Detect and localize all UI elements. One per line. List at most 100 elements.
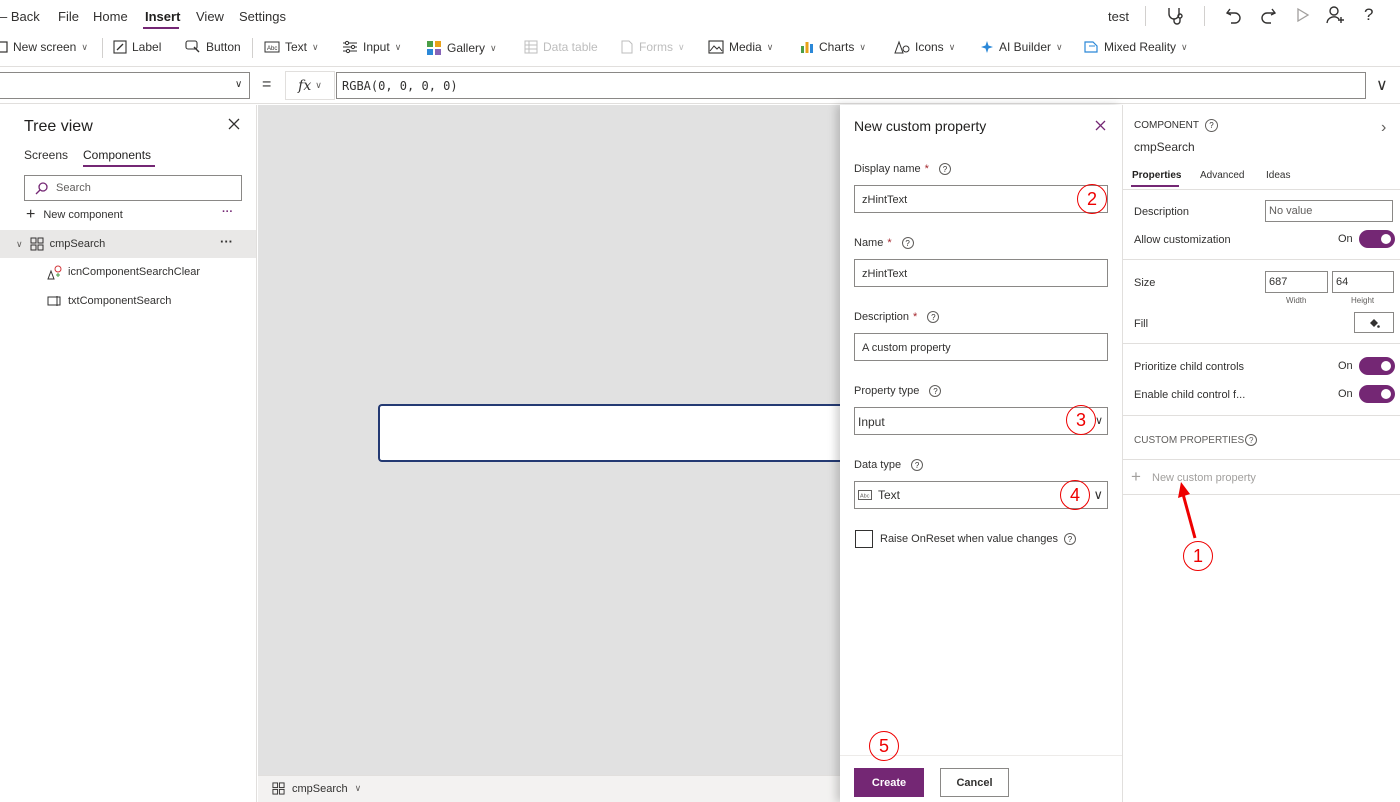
chevron-down-icon: ∨	[312, 41, 319, 52]
tab-properties-underline	[1131, 185, 1179, 187]
back-button[interactable]: – Back	[0, 9, 40, 24]
chevron-down-icon: ∨	[1094, 415, 1103, 427]
name-input[interactable]: zHintText	[854, 259, 1108, 287]
enable-child-toggle[interactable]	[1359, 385, 1395, 403]
tab-ideas[interactable]: Ideas	[1266, 170, 1290, 181]
gallery-button[interactable]: Gallery ∨	[426, 40, 497, 56]
menu-settings[interactable]: Settings	[239, 9, 286, 24]
allow-customization-toggle[interactable]	[1359, 230, 1395, 248]
label-button[interactable]: Label	[113, 40, 161, 54]
media-button[interactable]: Media ∨	[708, 40, 773, 54]
tree-item-icncomponentsearchclear[interactable]: icnComponentSearchClear	[0, 258, 256, 286]
prioritize-child-toggle[interactable]	[1359, 357, 1395, 375]
tree-item-txtcomponentsearch[interactable]: txtComponentSearch	[0, 287, 256, 315]
display-name-input[interactable]: zHintText	[854, 185, 1108, 213]
create-button[interactable]: Create	[854, 768, 924, 797]
new-screen-button[interactable]: New screen ∨	[0, 40, 88, 54]
tab-components-underline	[83, 165, 155, 167]
button-button[interactable]: Button	[185, 40, 241, 54]
help-icon[interactable]: ?	[911, 459, 924, 471]
svg-text:Abc: Abc	[267, 46, 277, 52]
help-icon[interactable]: ?	[927, 311, 940, 323]
toolbar-separator	[102, 38, 103, 58]
data-table-icon	[524, 40, 538, 54]
more-options-icon[interactable]: ···	[220, 234, 233, 249]
tab-screens[interactable]: Screens	[24, 148, 68, 162]
tab-advanced[interactable]: Advanced	[1200, 170, 1244, 181]
component-icon	[30, 237, 44, 251]
menu-insert[interactable]: Insert	[145, 9, 180, 24]
new-screen-icon	[0, 41, 8, 53]
menu-home[interactable]: Home	[93, 9, 128, 24]
help-icon[interactable]: ?	[1063, 533, 1076, 545]
tab-components[interactable]: Components	[83, 148, 151, 162]
allow-customization-state: On	[1338, 233, 1353, 245]
add-icon: +	[26, 206, 36, 223]
description-input[interactable]: A custom property	[854, 333, 1108, 361]
menu-view[interactable]: View	[196, 9, 224, 24]
new-custom-property-button[interactable]: + New custom property	[1123, 460, 1400, 494]
help-icon[interactable]: ?	[1245, 434, 1258, 446]
tree-search-input[interactable]: Search	[24, 175, 242, 201]
menu-file[interactable]: File	[58, 9, 79, 24]
raise-onreset-checkbox[interactable]	[855, 530, 873, 548]
share-user-icon[interactable]	[1326, 5, 1346, 25]
more-options-icon[interactable]: ···	[222, 206, 233, 218]
property-dropdown[interactable]: ∨	[0, 72, 250, 99]
width-input[interactable]: 687	[1265, 271, 1328, 293]
icons-button[interactable]: Icons ∨	[894, 40, 955, 54]
component-name: cmpSearch	[1134, 140, 1195, 154]
help-icon[interactable]: ?	[938, 163, 951, 175]
help-icon[interactable]: ?	[1205, 119, 1218, 132]
close-icon[interactable]	[227, 117, 241, 131]
text-button[interactable]: Abc Text ∨	[264, 40, 319, 54]
redo-icon[interactable]	[1259, 6, 1277, 24]
help-icon[interactable]: ?	[1364, 5, 1373, 25]
width-caption: Width	[1286, 296, 1307, 305]
play-icon[interactable]	[1295, 7, 1311, 23]
help-icon[interactable]: ?	[901, 237, 914, 249]
cmpsearch-component-preview[interactable]	[378, 404, 848, 462]
mixed-reality-icon	[1084, 41, 1098, 53]
cancel-button[interactable]: Cancel	[940, 768, 1009, 797]
new-component-button[interactable]: + New component ···	[0, 201, 256, 229]
data-table-button[interactable]: Data table	[524, 40, 598, 54]
icon-control-icon	[47, 265, 62, 279]
pane-separator	[1123, 343, 1400, 344]
allow-customization-label: Allow customization	[1134, 234, 1231, 246]
fill-label: Fill	[1134, 318, 1149, 330]
ai-builder-button[interactable]: AI Builder ∨	[980, 40, 1063, 54]
charts-button[interactable]: Charts ∨	[800, 40, 866, 54]
chevron-right-icon[interactable]: ›	[1381, 119, 1386, 137]
close-icon[interactable]	[1094, 119, 1107, 132]
chevron-down-icon: ∨	[1093, 487, 1103, 502]
help-icon[interactable]: ?	[929, 385, 942, 397]
stethoscope-icon[interactable]	[1165, 6, 1185, 26]
prioritize-child-label: Prioritize child controls	[1134, 361, 1245, 373]
annotation-5: 5	[869, 731, 899, 761]
height-input[interactable]: 64	[1332, 271, 1394, 293]
description-label: Description * ?	[854, 311, 940, 323]
input-button[interactable]: Input ∨	[342, 40, 401, 54]
description-input[interactable]: No value	[1265, 200, 1393, 222]
gallery-icon	[427, 41, 441, 55]
tree-item-cmpsearch[interactable]: ∨ cmpSearch ···	[0, 230, 256, 258]
height-caption: Height	[1351, 296, 1375, 305]
prioritize-child-state: On	[1338, 360, 1353, 372]
fx-dropdown[interactable]: fx ∨	[285, 71, 335, 100]
formula-input[interactable]: RGBA(0, 0, 0, 0)	[336, 72, 1366, 99]
component-selector[interactable]: cmpSearch ∨	[272, 782, 361, 795]
mixed-reality-button[interactable]: Mixed Reality ∨	[1083, 40, 1188, 54]
forms-button[interactable]: Forms ∨	[620, 40, 685, 54]
chevron-down-icon: ∨	[766, 41, 774, 52]
text-type-icon: Abc	[858, 490, 872, 500]
tab-properties[interactable]: Properties	[1132, 170, 1181, 181]
undo-icon[interactable]	[1225, 6, 1243, 24]
insert-toolbar: New screen ∨ Label Button Abc Text ∨ Input…	[0, 32, 1400, 64]
properties-pane: COMPONENT ? › cmpSearch Properties Advan…	[1122, 105, 1400, 802]
property-type-label: Property type ?	[854, 385, 942, 397]
button-icon	[185, 40, 200, 53]
design-canvas[interactable]	[258, 105, 848, 775]
fill-color-picker[interactable]	[1354, 312, 1394, 333]
expand-formula-icon[interactable]: ∨	[1376, 75, 1388, 95]
